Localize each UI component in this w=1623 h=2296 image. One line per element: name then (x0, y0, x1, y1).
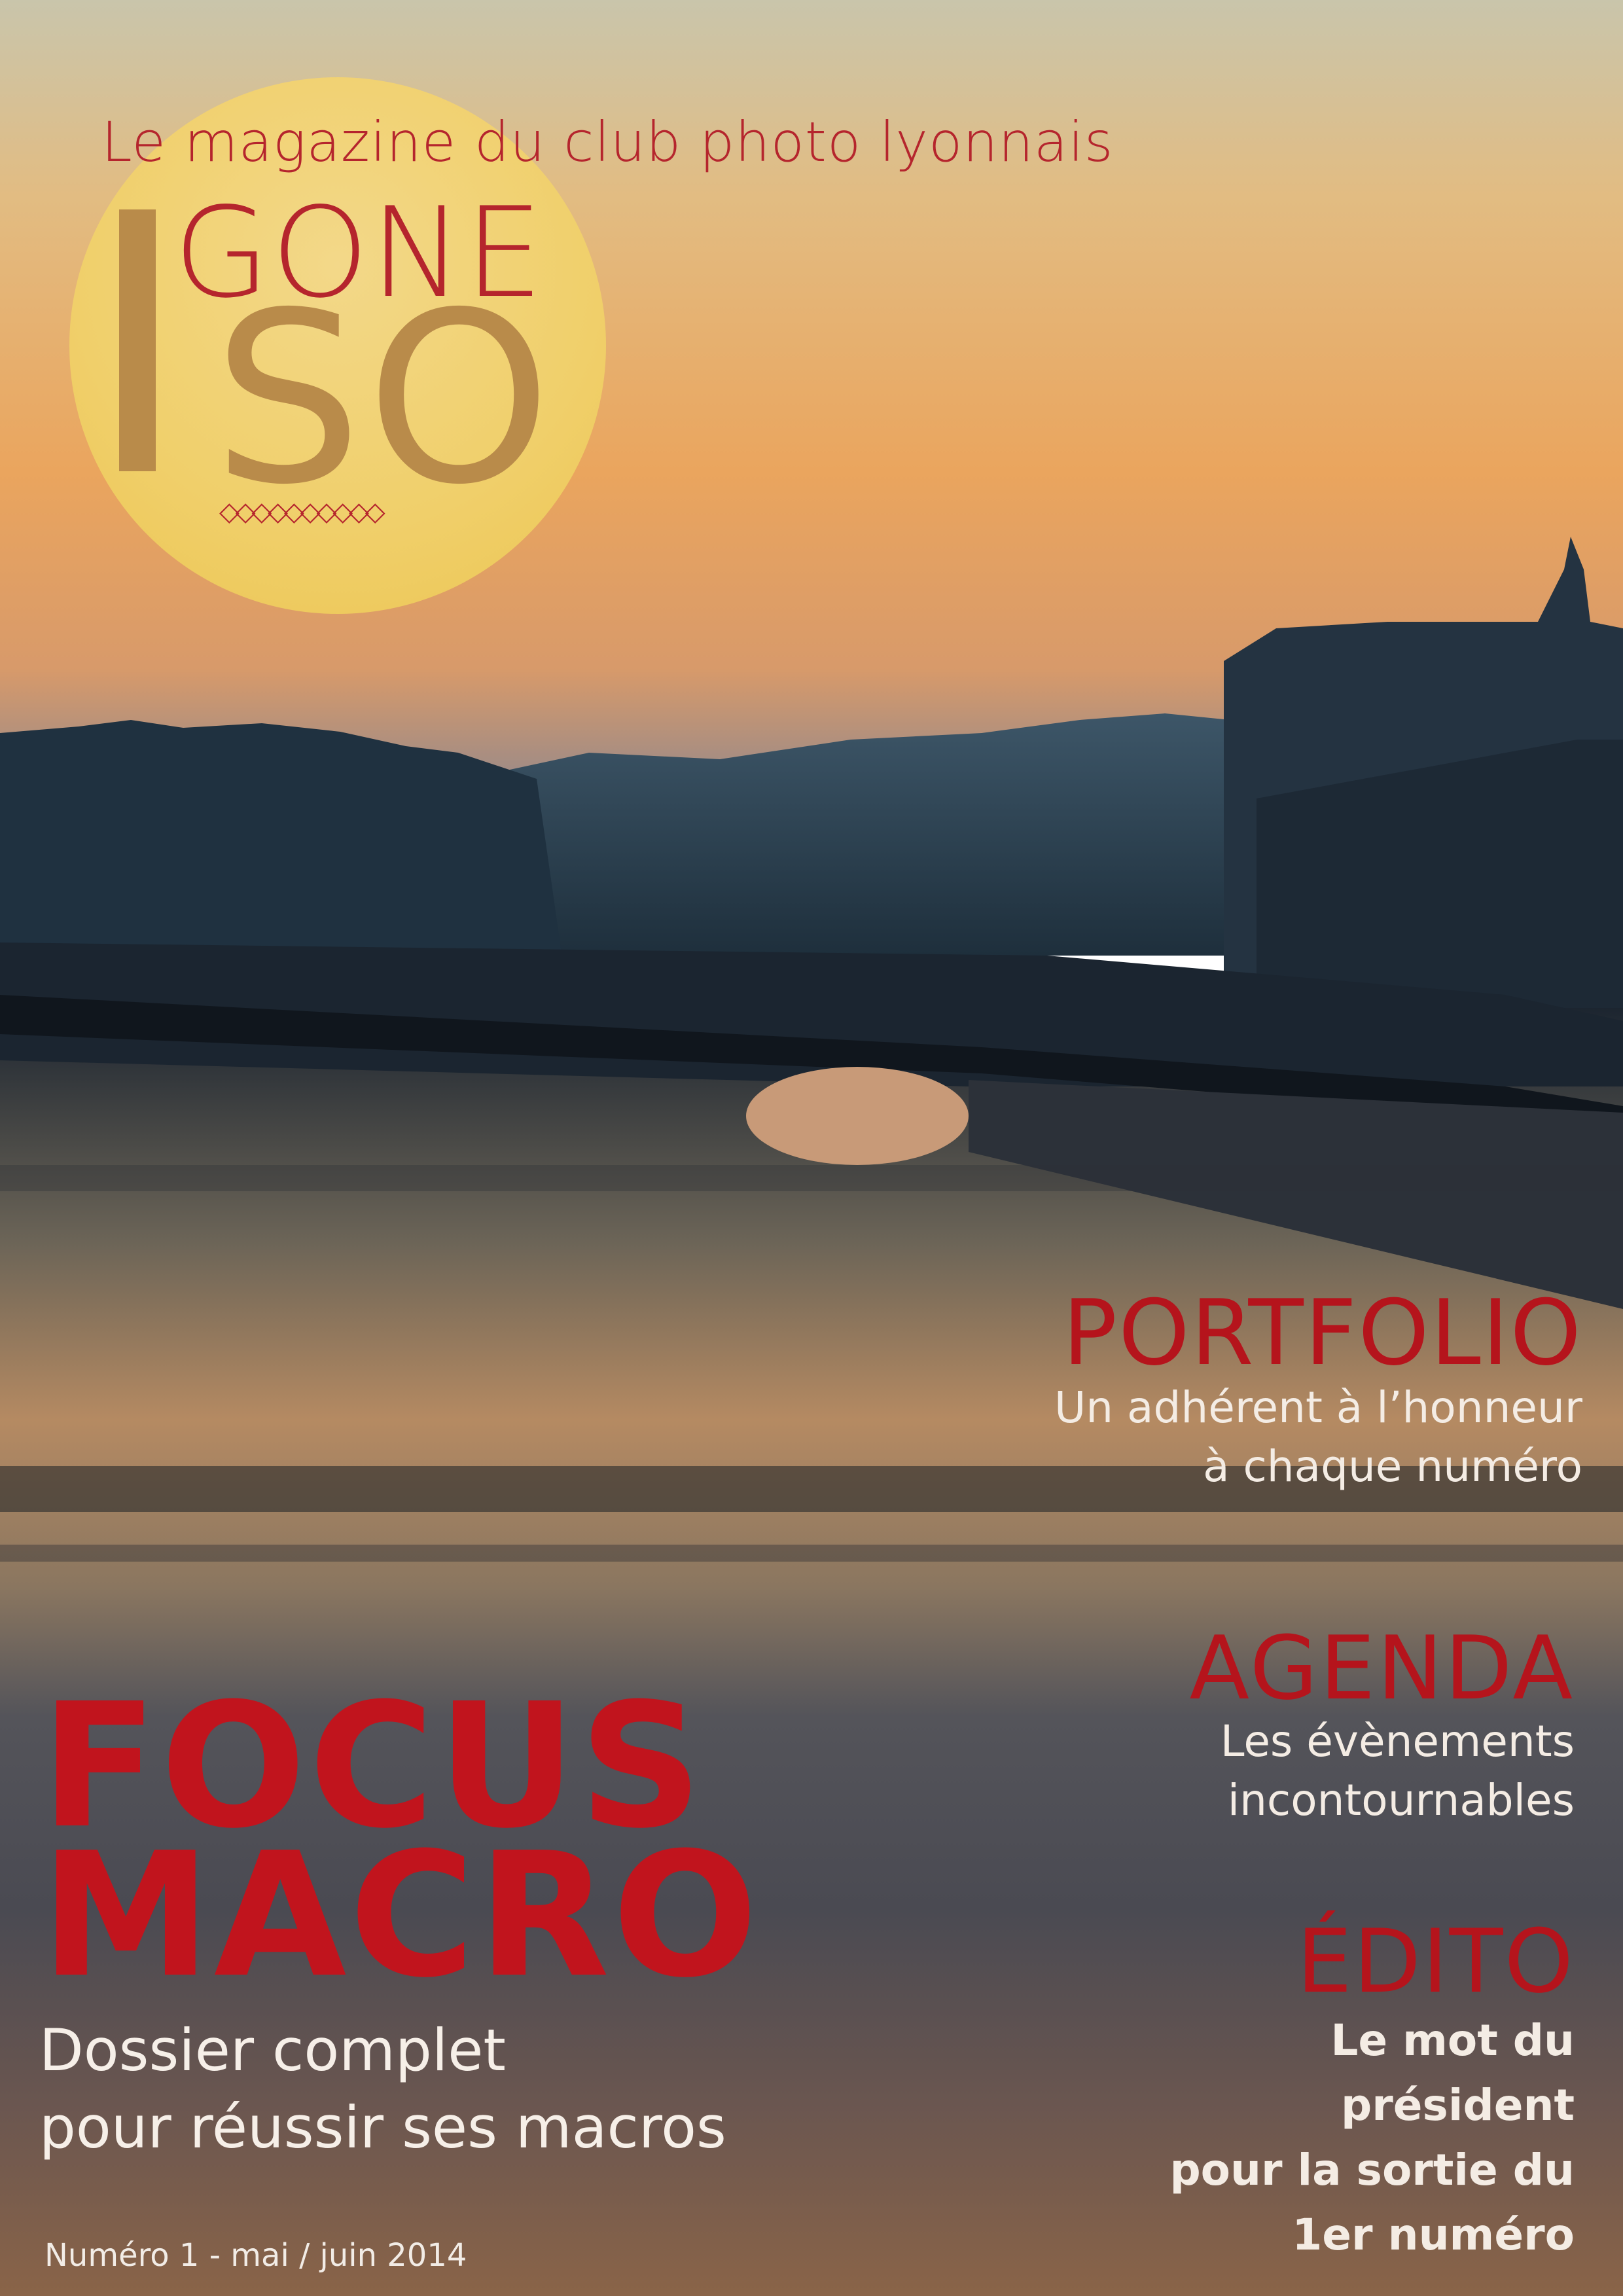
teaser-edito-title: ÉDITO (1296, 1910, 1575, 2013)
teaser-edito-line: 1er numéro (1292, 2210, 1575, 2260)
teaser-edito-line: pour la sortie du (1169, 2145, 1575, 2195)
teaser-portfolio-line: à chaque numéro (1203, 1441, 1582, 1492)
logo-bar (119, 209, 156, 471)
teaser-edito-line: Le mot du (1330, 2015, 1575, 2066)
feature-subtitle: Dossier complet pour réussir ses macros (39, 2012, 726, 2166)
logo-so-text: SO (213, 262, 556, 536)
logo-diamond-ornament: ◇◇◇◇◇◇◇◇◇◇ (219, 497, 385, 527)
feature-title: FOCUS MACRO (41, 1681, 761, 2015)
teaser-agenda-line: incontournables (1227, 1775, 1575, 1825)
teaser-portfolio-line: Un adhérent à l’honneur (1054, 1382, 1582, 1433)
teaser-edito: ÉDITO Le mot du président pour la sortie… (1169, 1918, 1575, 2265)
teaser-portfolio: PORTFOLIO Un adhérent à l’honneur à chaq… (1054, 1288, 1582, 1496)
feature-subtitle-line: pour réussir ses macros (39, 2094, 726, 2161)
teaser-agenda: AGENDA Les évènements incontournables (1189, 1624, 1575, 1830)
issue-info: Numéro 1 - mai / juin 2014 (45, 2237, 467, 2274)
teaser-agenda-title: AGENDA (1189, 1617, 1575, 1719)
teaser-edito-line: président (1340, 2080, 1575, 2130)
feature-title-line: MACRO (41, 1816, 761, 2015)
magazine-tagline: Le magazine du club photo lyonnais (101, 110, 1114, 174)
teaser-portfolio-title: PORTFOLIO (1062, 1280, 1582, 1386)
feature-subtitle-line: Dossier complet (39, 2017, 506, 2084)
teaser-agenda-line: Les évènements (1220, 1716, 1575, 1767)
